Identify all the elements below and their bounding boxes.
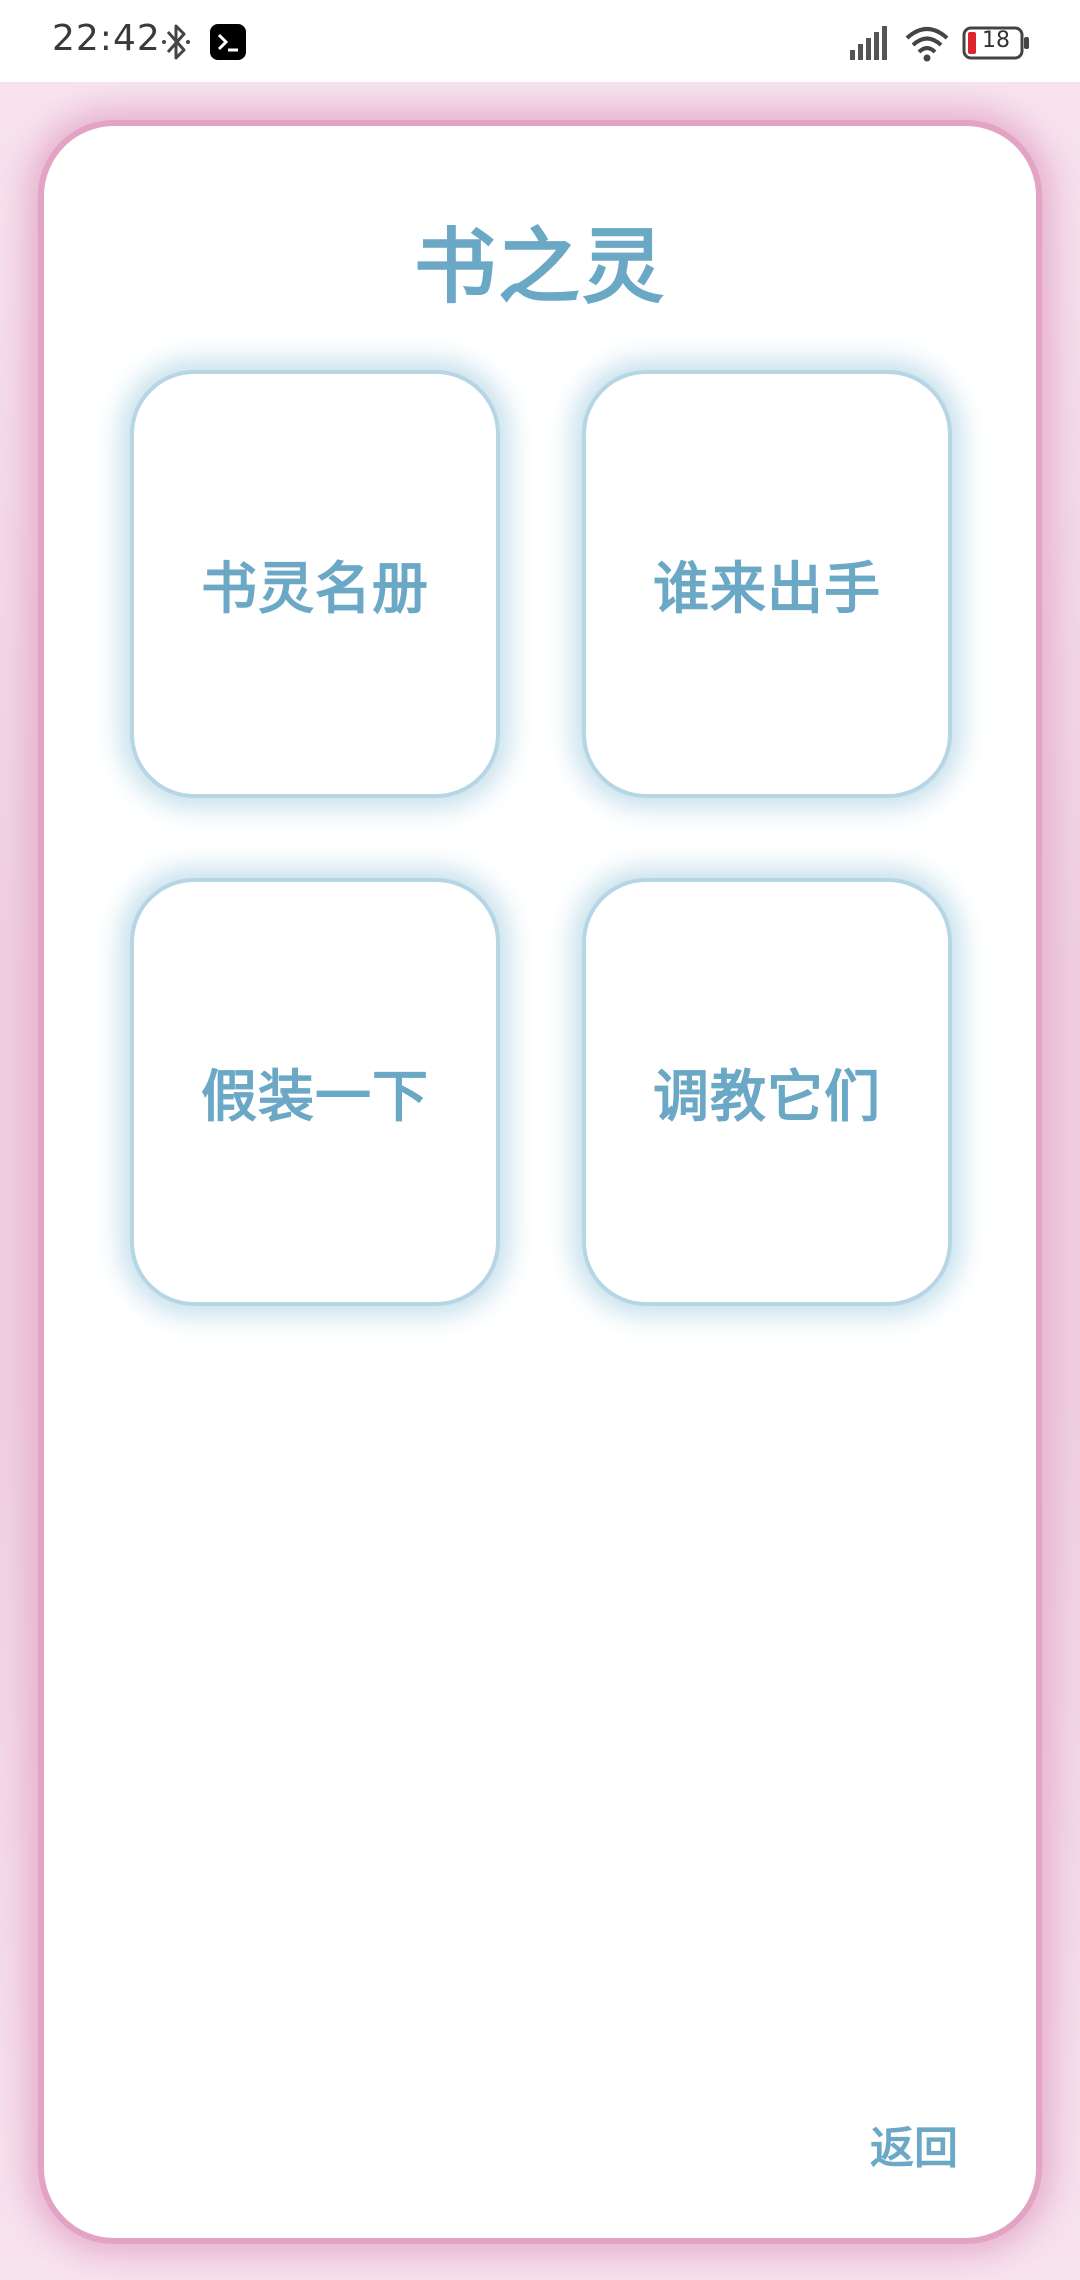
tile-label: 书灵名册: [201, 556, 429, 622]
tile-book-spirit-roster[interactable]: 书灵名册: [134, 374, 496, 794]
battery-level: 18: [982, 28, 1010, 53]
tile-label: 假装一下: [201, 1064, 429, 1130]
tile-label: 谁来出手: [653, 556, 881, 622]
tile-label: 调教它们: [653, 1064, 881, 1130]
wifi-icon: [905, 27, 949, 62]
page-title: 书之灵: [413, 220, 666, 315]
bluetooth-icon: [162, 24, 190, 60]
terminal-app-icon: [210, 24, 246, 60]
status-time: 22:42: [52, 18, 161, 59]
status-bar: 22:42 18: [0, 0, 1080, 82]
back-button[interactable]: 返回: [870, 2112, 958, 2176]
tile-pretend[interactable]: 假装一下: [134, 882, 496, 1302]
signal-icon: [850, 26, 887, 60]
tile-train-them[interactable]: 调教它们: [586, 882, 948, 1302]
tile-who-acts[interactable]: 谁来出手: [586, 374, 948, 794]
